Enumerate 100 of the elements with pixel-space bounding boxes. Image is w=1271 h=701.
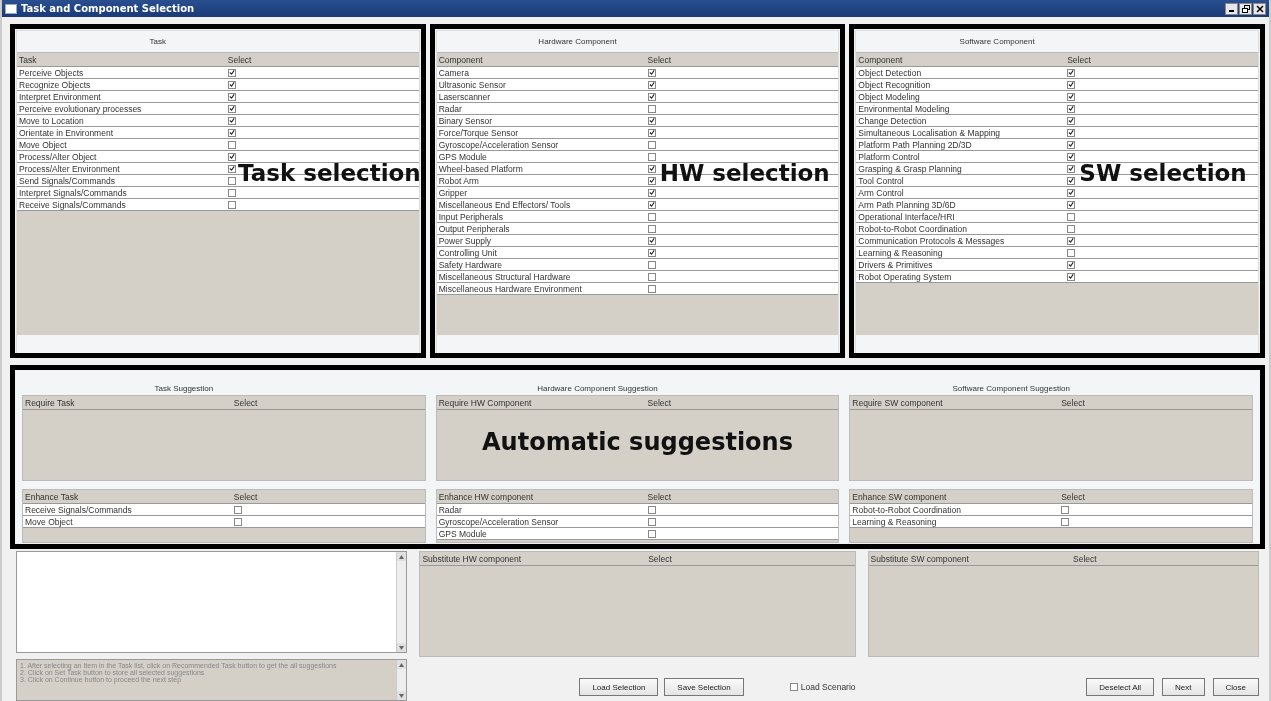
- checkbox[interactable]: [647, 517, 656, 526]
- checkbox[interactable]: [1067, 116, 1076, 125]
- table-row[interactable]: Arm Control: [856, 187, 1258, 199]
- checkbox[interactable]: [1067, 128, 1076, 137]
- table-row[interactable]: Binary Sensor: [436, 115, 839, 127]
- scroll-up-icon[interactable]: [397, 552, 407, 561]
- table-row[interactable]: Gripper: [436, 187, 839, 199]
- action-button[interactable]: Close: [1212, 678, 1259, 696]
- table-row[interactable]: Interpret Environment: [17, 91, 419, 103]
- scroll-up-icon[interactable]: [397, 660, 407, 669]
- checkbox[interactable]: [1067, 188, 1076, 197]
- scroll-down-icon[interactable]: [397, 691, 407, 700]
- checkbox[interactable]: [647, 188, 656, 197]
- table-row[interactable]: Robot Operating System: [856, 271, 1258, 283]
- checkbox[interactable]: [1067, 236, 1076, 245]
- table-row[interactable]: Move Object: [17, 139, 419, 151]
- table-row[interactable]: Ultrasonic Sensor: [436, 79, 839, 91]
- checkbox[interactable]: [227, 188, 236, 197]
- table-row[interactable]: Learning & Reasoning: [856, 247, 1258, 259]
- checkbox[interactable]: [647, 248, 656, 257]
- maximize-button[interactable]: [1239, 2, 1252, 15]
- checkbox[interactable]: [233, 517, 242, 526]
- checkbox[interactable]: [647, 68, 656, 77]
- table-row[interactable]: Platform Control: [856, 151, 1258, 163]
- checkbox[interactable]: [227, 92, 236, 101]
- table-row[interactable]: Operational Interface/HRI: [856, 211, 1258, 223]
- table-row[interactable]: Radar: [436, 504, 839, 516]
- output-text-area[interactable]: [16, 551, 408, 653]
- table-row[interactable]: GPS Module: [436, 151, 839, 163]
- table-row[interactable]: Simultaneous Localisation & Mapping: [856, 127, 1258, 139]
- table-row[interactable]: Robot-to-Robot Coordination: [850, 504, 1252, 516]
- checkbox[interactable]: [227, 164, 236, 173]
- table-row[interactable]: Move to Location: [17, 115, 419, 127]
- table-row[interactable]: Radar: [436, 103, 839, 115]
- checkbox[interactable]: [1067, 92, 1076, 101]
- checkbox[interactable]: [1061, 517, 1070, 526]
- checkbox[interactable]: [1067, 104, 1076, 113]
- table-row[interactable]: Drivers & Primitives: [856, 259, 1258, 271]
- table-row[interactable]: Input Peripherals: [436, 211, 839, 223]
- checkbox[interactable]: [647, 505, 656, 514]
- table-row[interactable]: Power Supply: [436, 235, 839, 247]
- selection-button[interactable]: Load Selection: [579, 678, 659, 696]
- checkbox[interactable]: [647, 128, 656, 137]
- checkbox[interactable]: [227, 140, 236, 149]
- table-row[interactable]: Miscellaneous Structural Hardware: [436, 271, 839, 283]
- table-row[interactable]: Receive Signals/Commands: [23, 504, 425, 516]
- checkbox[interactable]: [227, 68, 236, 77]
- action-button[interactable]: Next: [1162, 678, 1205, 696]
- table-row[interactable]: Platform Path Planning 2D/3D: [856, 139, 1258, 151]
- checkbox[interactable]: [647, 152, 656, 161]
- table-row[interactable]: Object Recognition: [856, 79, 1258, 91]
- table-row[interactable]: Robot-to-Robot Coordination: [856, 223, 1258, 235]
- checkbox[interactable]: [227, 176, 236, 185]
- checkbox[interactable]: [647, 260, 656, 269]
- checkbox[interactable]: [227, 104, 236, 113]
- close-button[interactable]: [1253, 2, 1266, 15]
- table-row[interactable]: Arm Path Planning 3D/6D: [856, 199, 1258, 211]
- checkbox[interactable]: [1067, 200, 1076, 209]
- table-row[interactable]: Receive Signals/Commands: [17, 199, 419, 211]
- scroll-down-icon[interactable]: [397, 643, 407, 652]
- table-row[interactable]: Camera: [436, 67, 839, 79]
- action-button[interactable]: Deselect All: [1086, 678, 1155, 696]
- checkbox[interactable]: [647, 236, 656, 245]
- table-row[interactable]: GPS Module: [436, 528, 839, 540]
- checkbox[interactable]: [647, 80, 656, 89]
- table-row[interactable]: Communication Protocols & Messages: [856, 235, 1258, 247]
- table-row[interactable]: Perceive evolutionary processes: [17, 103, 419, 115]
- checkbox[interactable]: [647, 200, 656, 209]
- table-row[interactable]: Controlling Unit: [436, 247, 839, 259]
- checkbox[interactable]: [647, 116, 656, 125]
- table-row[interactable]: Gyroscope/Acceleration Sensor: [436, 139, 839, 151]
- checkbox[interactable]: [233, 505, 242, 514]
- table-row[interactable]: Gyroscope/Acceleration Sensor: [436, 516, 839, 528]
- checkbox[interactable]: [647, 212, 656, 221]
- table-row[interactable]: Recognize Objects: [17, 79, 419, 91]
- checkbox[interactable]: [647, 224, 656, 233]
- checkbox[interactable]: [227, 200, 236, 209]
- checkbox[interactable]: [647, 104, 656, 113]
- checkbox[interactable]: [1067, 176, 1076, 185]
- checkbox[interactable]: [647, 176, 656, 185]
- checkbox[interactable]: [1067, 152, 1076, 161]
- checkbox[interactable]: [1067, 80, 1076, 89]
- checkbox[interactable]: [1067, 164, 1076, 173]
- table-row[interactable]: Object Detection: [856, 67, 1258, 79]
- checkbox[interactable]: [647, 272, 656, 281]
- checkbox[interactable]: [1067, 260, 1076, 269]
- checkbox[interactable]: [227, 152, 236, 161]
- checkbox[interactable]: [227, 116, 236, 125]
- checkbox[interactable]: [1067, 140, 1076, 149]
- checkbox[interactable]: [647, 92, 656, 101]
- checkbox[interactable]: [1067, 68, 1076, 77]
- table-row[interactable]: Orientate in Environment: [17, 127, 419, 139]
- checkbox[interactable]: [1067, 272, 1076, 281]
- table-row[interactable]: Laserscanner: [436, 91, 839, 103]
- checkbox[interactable]: [227, 80, 236, 89]
- checkbox[interactable]: [789, 683, 798, 691]
- table-row[interactable]: Miscellaneous End Effectors/ Tools: [436, 199, 839, 211]
- checkbox[interactable]: [647, 529, 656, 538]
- checkbox[interactable]: [1067, 224, 1076, 233]
- selection-button[interactable]: Save Selection: [664, 678, 744, 696]
